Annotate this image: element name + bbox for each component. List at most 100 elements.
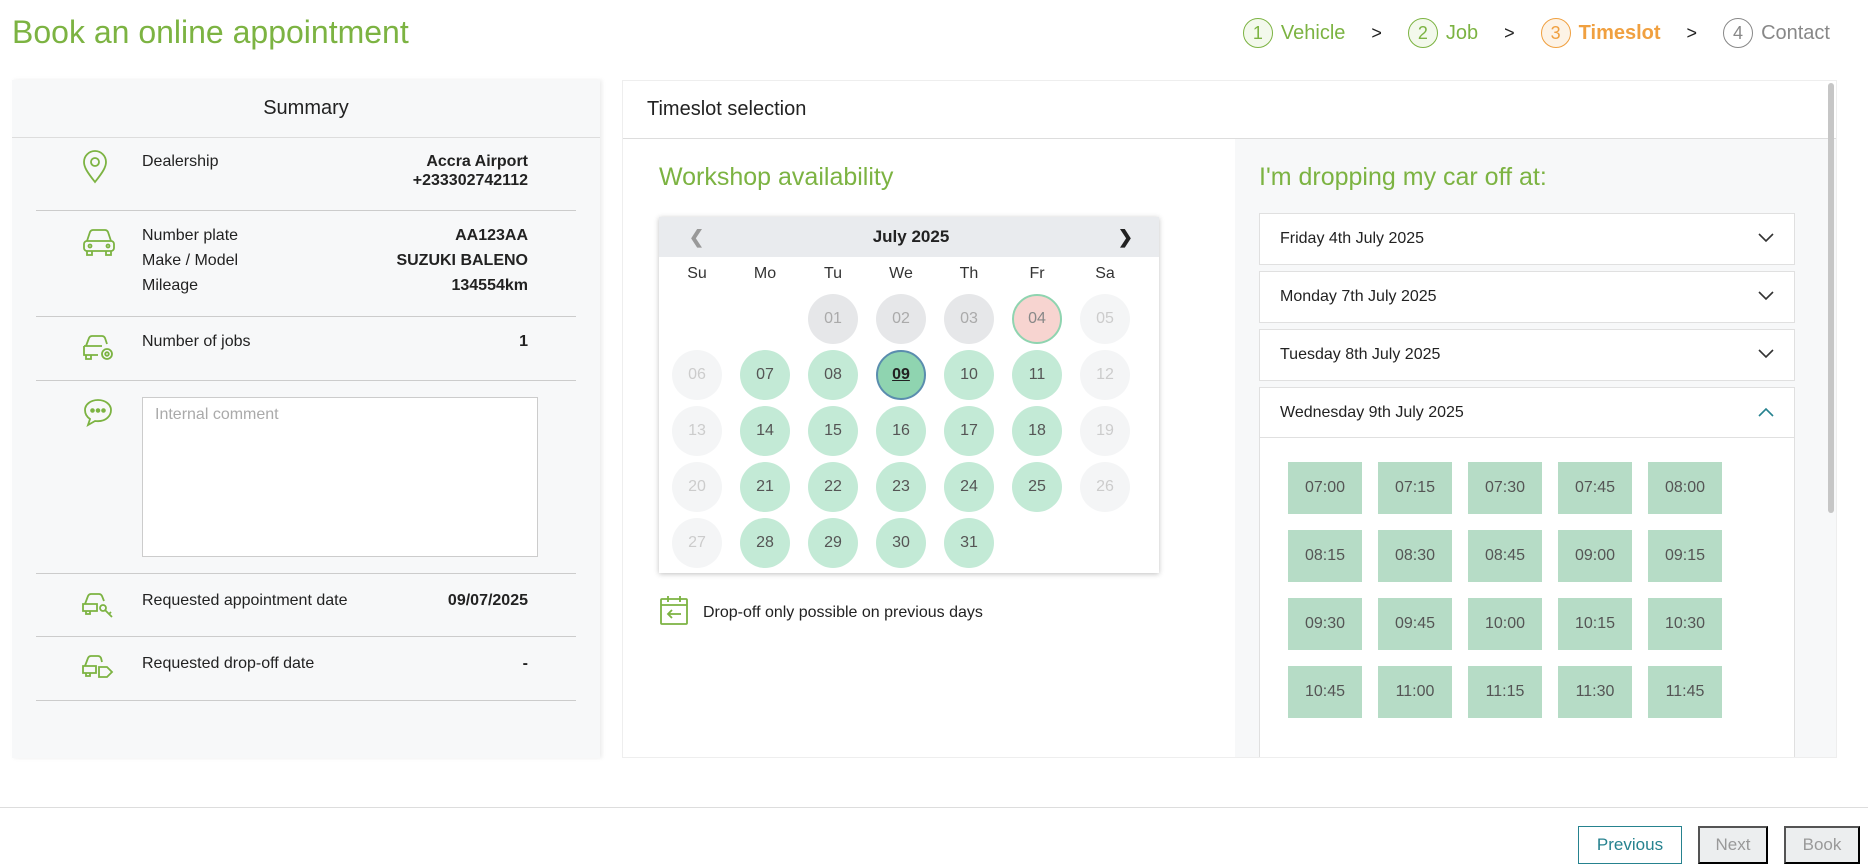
calendar-day: 27 — [672, 518, 722, 568]
calendar-day[interactable]: 21 — [740, 462, 790, 512]
next-month-icon[interactable]: ❯ — [1118, 227, 1133, 248]
calendar-day[interactable]: 29 — [808, 518, 858, 568]
time-slot-button[interactable]: 10:00 — [1468, 598, 1542, 650]
calendar-day[interactable]: 25 — [1012, 462, 1062, 512]
time-slot-button[interactable]: 07:00 — [1288, 462, 1362, 514]
chevron-down-icon — [1758, 288, 1774, 306]
previous-month-icon[interactable]: ❮ — [689, 227, 704, 248]
dropoff-title: I'm dropping my car off at: — [1259, 163, 1547, 191]
time-slot-button[interactable]: 09:30 — [1288, 598, 1362, 650]
dropoff-day-label: Tuesday 8th July 2025 — [1280, 346, 1441, 363]
calendar-cell: 09 — [867, 347, 935, 403]
time-slot-button[interactable]: 09:00 — [1558, 530, 1632, 582]
calendar-day: 02 — [876, 294, 926, 344]
calendar-cell: 17 — [935, 403, 1003, 459]
time-slot-button[interactable]: 08:00 — [1648, 462, 1722, 514]
calendar-day[interactable]: 07 — [740, 350, 790, 400]
calendar-day: 13 — [672, 406, 722, 456]
scrollbar[interactable] — [1826, 81, 1836, 759]
calendar-day[interactable]: 18 — [1012, 406, 1062, 456]
time-slot-button[interactable]: 09:45 — [1378, 598, 1452, 650]
chevron-down-icon — [1758, 230, 1774, 248]
model-value: SUZUKI BALENO — [396, 252, 528, 269]
calendar-day[interactable]: 28 — [740, 518, 790, 568]
dropoff-day-item: Friday 4th July 2025 — [1259, 213, 1795, 265]
step-timeslot: 3 Timeslot — [1540, 18, 1661, 48]
book-button[interactable]: Book — [1784, 826, 1860, 864]
calendar-day[interactable]: 24 — [944, 462, 994, 512]
dropoff-column: I'm dropping my car off at: Friday 4th J… — [1235, 139, 1836, 757]
time-slot-button[interactable]: 10:30 — [1648, 598, 1722, 650]
time-slot-button[interactable]: 11:00 — [1378, 666, 1452, 718]
dropoff-day-header[interactable]: Tuesday 8th July 2025 — [1260, 330, 1794, 380]
chevron-down-icon — [1758, 346, 1774, 364]
internal-comment-input[interactable] — [142, 397, 538, 557]
calendar-day[interactable]: 16 — [876, 406, 926, 456]
calendar-cell: 14 — [731, 403, 799, 459]
weekday-header: Tu — [823, 265, 843, 282]
time-slot-button[interactable]: 11:30 — [1558, 666, 1632, 718]
time-slot-button[interactable]: 07:15 — [1378, 462, 1452, 514]
step-separator: > — [1504, 22, 1515, 43]
calendar-day[interactable]: 22 — [808, 462, 858, 512]
time-slot-button[interactable]: 08:45 — [1468, 530, 1542, 582]
step-job[interactable]: 2 Job — [1407, 18, 1478, 48]
car-dropoff-icon — [82, 653, 114, 686]
summary-title: Summary — [12, 80, 600, 138]
step-vehicle[interactable]: 1 Vehicle — [1242, 18, 1345, 48]
calendar-cell: 25 — [1003, 459, 1071, 515]
calendar-day[interactable]: 31 — [944, 518, 994, 568]
calendar-cell: 02 — [867, 291, 935, 347]
footer: Previous Next Book — [0, 807, 1868, 867]
dealership-label: Dealership — [142, 153, 219, 170]
scrollbar-thumb[interactable] — [1828, 83, 1834, 513]
calendar-cell: 30 — [867, 515, 935, 571]
step-number: 2 — [1407, 18, 1438, 48]
dropoff-day-header[interactable]: Monday 7th July 2025 — [1260, 272, 1794, 322]
weekday-header: Sa — [1095, 265, 1115, 282]
calendar-day[interactable]: 23 — [876, 462, 926, 512]
calendar-day[interactable]: 11 — [1012, 350, 1062, 400]
availability-column: Workshop availability ❮ July 2025 ❯ Su Mo… — [623, 139, 1235, 757]
calendar-day[interactable]: 08 — [808, 350, 858, 400]
time-slot-button[interactable]: 07:45 — [1558, 462, 1632, 514]
calendar: ❮ July 2025 ❯ Su Mo Tu We Th Fr Sa 01 02 03 04 05 06… — [659, 217, 1159, 573]
time-slot-button[interactable]: 07:30 — [1468, 462, 1542, 514]
next-button[interactable]: Next — [1698, 826, 1768, 864]
time-slot-button[interactable]: 08:30 — [1378, 530, 1452, 582]
calendar-day[interactable]: 30 — [876, 518, 926, 568]
location-pin-icon — [82, 150, 108, 189]
calendar-cell: 21 — [731, 459, 799, 515]
calendar-day-selected[interactable]: 09 — [876, 350, 926, 400]
dropoff-day-item: Monday 7th July 2025 — [1259, 271, 1795, 323]
step-separator: > — [1371, 22, 1382, 43]
step-label: Contact — [1761, 21, 1830, 44]
time-slot-button[interactable]: 08:15 — [1288, 530, 1362, 582]
dropoff-day-header[interactable]: Friday 4th July 2025 — [1260, 214, 1794, 264]
weekday-header: Fr — [1029, 265, 1045, 282]
calendar-day[interactable]: 10 — [944, 350, 994, 400]
time-slot-button[interactable]: 10:45 — [1288, 666, 1362, 718]
dropoff-day-header[interactable]: Wednesday 9th July 2025 — [1260, 388, 1794, 438]
page-title: Book an online appointment — [12, 14, 409, 50]
step-number: 4 — [1723, 18, 1754, 48]
timeslot-title: Timeslot selection — [623, 81, 1836, 139]
calendar-day[interactable]: 14 — [740, 406, 790, 456]
step-label: Timeslot — [1578, 21, 1661, 44]
time-slot-button[interactable]: 11:15 — [1468, 666, 1542, 718]
time-slot-button[interactable]: 11:45 — [1648, 666, 1722, 718]
calendar-cell: 05 — [1071, 291, 1139, 347]
calendar-day[interactable]: 15 — [808, 406, 858, 456]
car-icon — [82, 227, 116, 262]
dropoff-day-label: Friday 4th July 2025 — [1280, 230, 1425, 247]
calendar-cell: 03 — [935, 291, 1003, 347]
dealership-name: Accra Airport — [426, 153, 528, 170]
calendar-cell: 28 — [731, 515, 799, 571]
weekday-header: Th — [959, 265, 979, 282]
time-slot-button[interactable]: 10:15 — [1558, 598, 1632, 650]
calendar-cell: 19 — [1071, 403, 1139, 459]
previous-button[interactable]: Previous — [1578, 826, 1682, 864]
calendar-day[interactable]: 17 — [944, 406, 994, 456]
calendar-cell — [1071, 515, 1139, 571]
time-slot-button[interactable]: 09:15 — [1648, 530, 1722, 582]
